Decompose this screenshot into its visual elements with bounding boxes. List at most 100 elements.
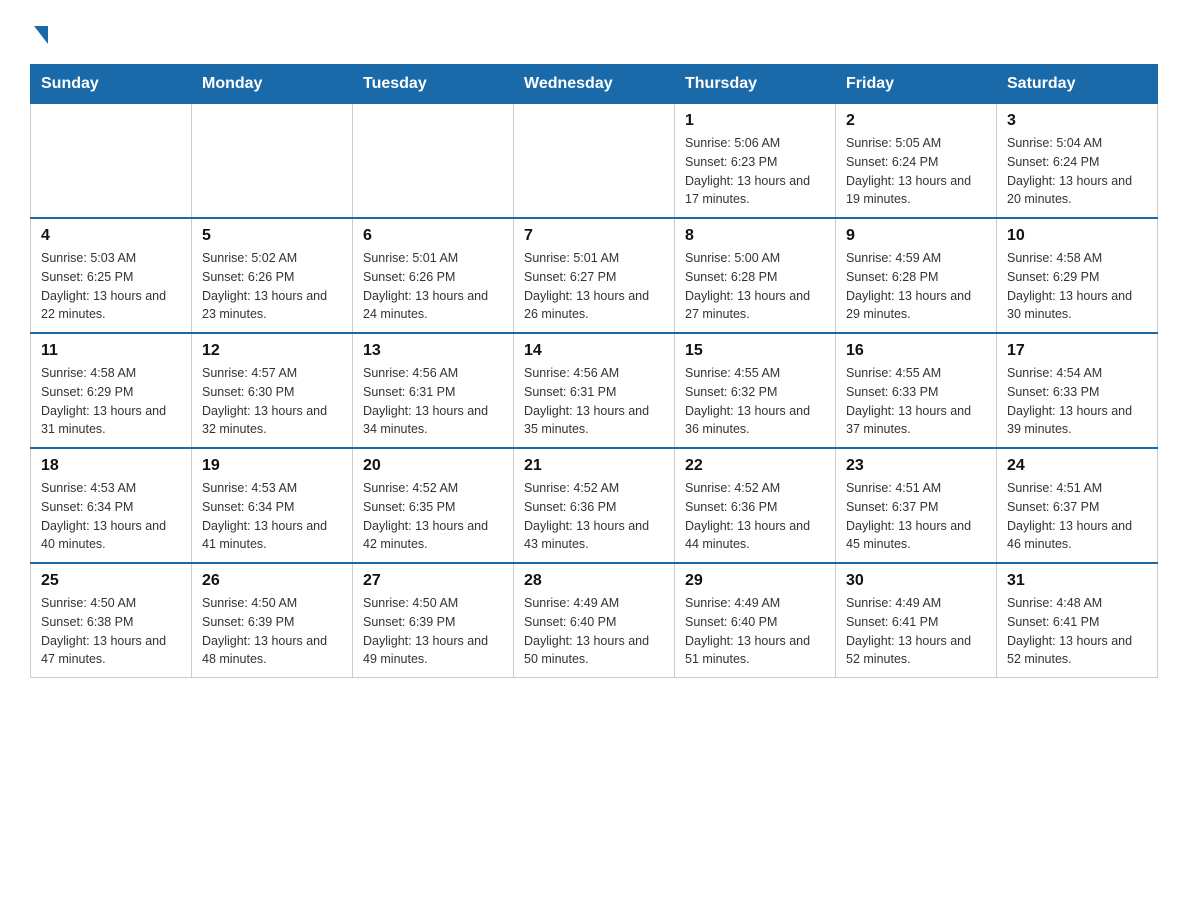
day-number: 27	[363, 572, 503, 590]
day-info: Sunrise: 5:03 AM Sunset: 6:25 PM Dayligh…	[41, 249, 181, 324]
day-number: 20	[363, 457, 503, 475]
calendar-cell	[353, 104, 514, 219]
day-number: 24	[1007, 457, 1147, 475]
calendar-week-row: 25 Sunrise: 4:50 AM Sunset: 6:38 PM Dayli…	[31, 563, 1158, 678]
calendar-cell: 30 Sunrise: 4:49 AM Sunset: 6:41 PM Dayli…	[836, 563, 997, 678]
calendar-cell: 3 Sunrise: 5:04 AM Sunset: 6:24 PM Daylig…	[997, 104, 1158, 219]
calendar-cell: 21 Sunrise: 4:52 AM Sunset: 6:36 PM Dayli…	[514, 448, 675, 563]
day-info: Sunrise: 5:00 AM Sunset: 6:28 PM Dayligh…	[685, 249, 825, 324]
calendar-cell: 9 Sunrise: 4:59 AM Sunset: 6:28 PM Daylig…	[836, 218, 997, 333]
logo	[30, 20, 48, 44]
calendar-cell: 11Sunrise: 4:58 AM Sunset: 6:29 PM Dayli…	[31, 333, 192, 448]
calendar-cell: 7Sunrise: 5:01 AM Sunset: 6:27 PM Daylig…	[514, 218, 675, 333]
calendar-cell: 25 Sunrise: 4:50 AM Sunset: 6:38 PM Dayli…	[31, 563, 192, 678]
day-number: 30	[846, 572, 986, 590]
day-number: 8	[685, 227, 825, 245]
calendar-cell: 13 Sunrise: 4:56 AM Sunset: 6:31 PM Dayli…	[353, 333, 514, 448]
day-number: 12	[202, 342, 342, 360]
calendar-week-row: 4Sunrise: 5:03 AM Sunset: 6:25 PM Daylig…	[31, 218, 1158, 333]
day-info: Sunrise: 5:06 AM Sunset: 6:23 PM Dayligh…	[685, 134, 825, 209]
calendar-cell: 28 Sunrise: 4:49 AM Sunset: 6:40 PM Dayli…	[514, 563, 675, 678]
calendar-cell	[514, 104, 675, 219]
day-number: 26	[202, 572, 342, 590]
column-header-friday: Friday	[836, 65, 997, 104]
calendar-header-row: SundayMondayTuesdayWednesdayThursdayFrid…	[31, 65, 1158, 104]
column-header-tuesday: Tuesday	[353, 65, 514, 104]
day-info: Sunrise: 4:57 AM Sunset: 6:30 PM Dayligh…	[202, 364, 342, 439]
day-info: Sunrise: 4:53 AM Sunset: 6:34 PM Dayligh…	[41, 479, 181, 554]
day-info: Sunrise: 4:56 AM Sunset: 6:31 PM Dayligh…	[363, 364, 503, 439]
day-number: 13	[363, 342, 503, 360]
day-number: 17	[1007, 342, 1147, 360]
calendar-cell: 22 Sunrise: 4:52 AM Sunset: 6:36 PM Dayli…	[675, 448, 836, 563]
calendar-cell	[31, 104, 192, 219]
day-number: 23	[846, 457, 986, 475]
day-info: Sunrise: 4:51 AM Sunset: 6:37 PM Dayligh…	[1007, 479, 1147, 554]
day-number: 28	[524, 572, 664, 590]
calendar-cell: 18 Sunrise: 4:53 AM Sunset: 6:34 PM Dayli…	[31, 448, 192, 563]
calendar-week-row: 11Sunrise: 4:58 AM Sunset: 6:29 PM Dayli…	[31, 333, 1158, 448]
day-info: Sunrise: 4:52 AM Sunset: 6:36 PM Dayligh…	[524, 479, 664, 554]
day-number: 10	[1007, 227, 1147, 245]
day-info: Sunrise: 4:50 AM Sunset: 6:38 PM Dayligh…	[41, 594, 181, 669]
calendar-cell: 19 Sunrise: 4:53 AM Sunset: 6:34 PM Dayli…	[192, 448, 353, 563]
calendar-cell: 14 Sunrise: 4:56 AM Sunset: 6:31 PM Dayli…	[514, 333, 675, 448]
calendar-cell: 12 Sunrise: 4:57 AM Sunset: 6:30 PM Dayli…	[192, 333, 353, 448]
day-number: 18	[41, 457, 181, 475]
day-number: 21	[524, 457, 664, 475]
calendar-table: SundayMondayTuesdayWednesdayThursdayFrid…	[30, 64, 1158, 678]
day-number: 2	[846, 112, 986, 130]
day-number: 29	[685, 572, 825, 590]
day-info: Sunrise: 4:52 AM Sunset: 6:36 PM Dayligh…	[685, 479, 825, 554]
column-header-wednesday: Wednesday	[514, 65, 675, 104]
column-header-saturday: Saturday	[997, 65, 1158, 104]
column-header-monday: Monday	[192, 65, 353, 104]
day-info: Sunrise: 4:49 AM Sunset: 6:40 PM Dayligh…	[524, 594, 664, 669]
page-header	[30, 20, 1158, 44]
day-info: Sunrise: 4:49 AM Sunset: 6:41 PM Dayligh…	[846, 594, 986, 669]
day-number: 5	[202, 227, 342, 245]
day-number: 6	[363, 227, 503, 245]
day-info: Sunrise: 5:05 AM Sunset: 6:24 PM Dayligh…	[846, 134, 986, 209]
day-number: 19	[202, 457, 342, 475]
calendar-week-row: 18 Sunrise: 4:53 AM Sunset: 6:34 PM Dayli…	[31, 448, 1158, 563]
day-number: 22	[685, 457, 825, 475]
day-info: Sunrise: 5:01 AM Sunset: 6:26 PM Dayligh…	[363, 249, 503, 324]
day-info: Sunrise: 5:01 AM Sunset: 6:27 PM Dayligh…	[524, 249, 664, 324]
calendar-cell: 27Sunrise: 4:50 AM Sunset: 6:39 PM Dayli…	[353, 563, 514, 678]
day-number: 31	[1007, 572, 1147, 590]
day-info: Sunrise: 4:50 AM Sunset: 6:39 PM Dayligh…	[202, 594, 342, 669]
calendar-cell: 16Sunrise: 4:55 AM Sunset: 6:33 PM Dayli…	[836, 333, 997, 448]
day-info: Sunrise: 4:58 AM Sunset: 6:29 PM Dayligh…	[41, 364, 181, 439]
calendar-cell: 29 Sunrise: 4:49 AM Sunset: 6:40 PM Dayli…	[675, 563, 836, 678]
day-number: 25	[41, 572, 181, 590]
day-number: 9	[846, 227, 986, 245]
column-header-thursday: Thursday	[675, 65, 836, 104]
calendar-cell: 31Sunrise: 4:48 AM Sunset: 6:41 PM Dayli…	[997, 563, 1158, 678]
calendar-cell: 4Sunrise: 5:03 AM Sunset: 6:25 PM Daylig…	[31, 218, 192, 333]
calendar-cell: 26 Sunrise: 4:50 AM Sunset: 6:39 PM Dayli…	[192, 563, 353, 678]
logo-triangle-icon	[34, 26, 48, 44]
calendar-cell: 17Sunrise: 4:54 AM Sunset: 6:33 PM Dayli…	[997, 333, 1158, 448]
day-number: 16	[846, 342, 986, 360]
day-number: 15	[685, 342, 825, 360]
day-info: Sunrise: 5:04 AM Sunset: 6:24 PM Dayligh…	[1007, 134, 1147, 209]
day-info: Sunrise: 4:52 AM Sunset: 6:35 PM Dayligh…	[363, 479, 503, 554]
day-info: Sunrise: 4:59 AM Sunset: 6:28 PM Dayligh…	[846, 249, 986, 324]
calendar-cell: 6 Sunrise: 5:01 AM Sunset: 6:26 PM Daylig…	[353, 218, 514, 333]
day-info: Sunrise: 4:55 AM Sunset: 6:32 PM Dayligh…	[685, 364, 825, 439]
calendar-cell	[192, 104, 353, 219]
day-number: 1	[685, 112, 825, 130]
day-info: Sunrise: 4:53 AM Sunset: 6:34 PM Dayligh…	[202, 479, 342, 554]
day-info: Sunrise: 4:49 AM Sunset: 6:40 PM Dayligh…	[685, 594, 825, 669]
column-header-sunday: Sunday	[31, 65, 192, 104]
calendar-cell: 15 Sunrise: 4:55 AM Sunset: 6:32 PM Dayli…	[675, 333, 836, 448]
day-number: 3	[1007, 112, 1147, 130]
day-number: 14	[524, 342, 664, 360]
day-info: Sunrise: 4:56 AM Sunset: 6:31 PM Dayligh…	[524, 364, 664, 439]
calendar-cell: 24 Sunrise: 4:51 AM Sunset: 6:37 PM Dayli…	[997, 448, 1158, 563]
calendar-week-row: 1 Sunrise: 5:06 AM Sunset: 6:23 PM Daylig…	[31, 104, 1158, 219]
day-info: Sunrise: 4:58 AM Sunset: 6:29 PM Dayligh…	[1007, 249, 1147, 324]
calendar-cell: 1 Sunrise: 5:06 AM Sunset: 6:23 PM Daylig…	[675, 104, 836, 219]
day-info: Sunrise: 5:02 AM Sunset: 6:26 PM Dayligh…	[202, 249, 342, 324]
